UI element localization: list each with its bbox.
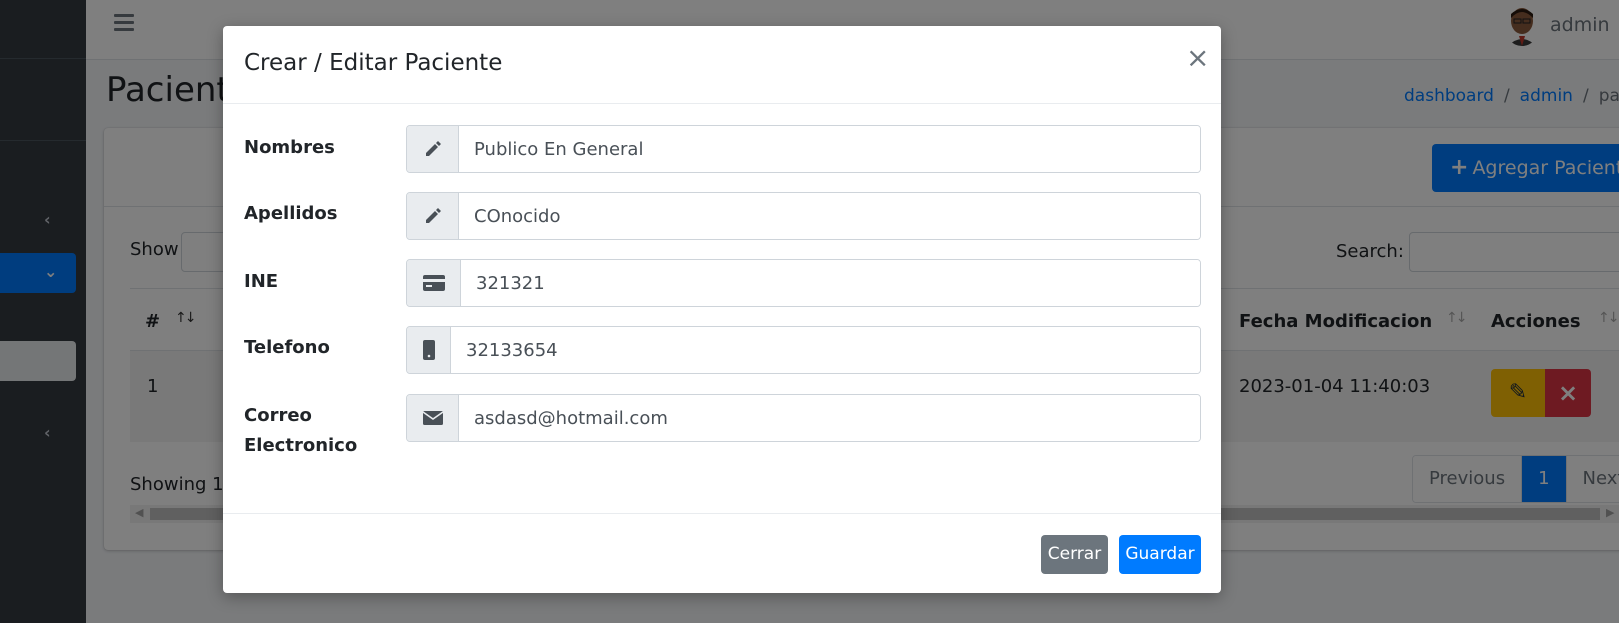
envelope-icon <box>407 395 459 441</box>
correo-input[interactable] <box>459 395 1200 441</box>
nombres-label: Nombres <box>244 137 335 158</box>
nombres-input-group <box>406 125 1201 173</box>
patient-modal: Crear / Editar Paciente × Nombres Apelli… <box>223 26 1221 593</box>
telefono-input[interactable] <box>451 327 1200 373</box>
cerrar-button[interactable]: Cerrar <box>1041 535 1108 574</box>
telefono-label: Telefono <box>244 337 330 358</box>
modal-title: Crear / Editar Paciente <box>244 50 503 76</box>
pencil-icon <box>407 126 459 172</box>
modal-header: Crear / Editar Paciente × <box>223 26 1221 104</box>
credit-card-icon <box>407 260 461 306</box>
apellidos-input-group <box>406 192 1201 240</box>
modal-footer: Cerrar Guardar <box>223 513 1221 593</box>
ine-label: INE <box>244 271 279 292</box>
ine-input[interactable] <box>461 260 1200 306</box>
apellidos-input[interactable] <box>459 193 1200 239</box>
apellidos-label: Apellidos <box>244 203 338 224</box>
correo-label: Correo Electronico <box>244 405 358 456</box>
guardar-button[interactable]: Guardar <box>1119 535 1201 574</box>
pencil-icon <box>407 193 459 239</box>
mobile-icon <box>407 327 451 373</box>
correo-input-group <box>406 394 1201 442</box>
close-icon[interactable]: × <box>1186 44 1209 72</box>
telefono-input-group <box>406 326 1201 374</box>
nombres-input[interactable] <box>459 126 1200 172</box>
ine-input-group <box>406 259 1201 307</box>
